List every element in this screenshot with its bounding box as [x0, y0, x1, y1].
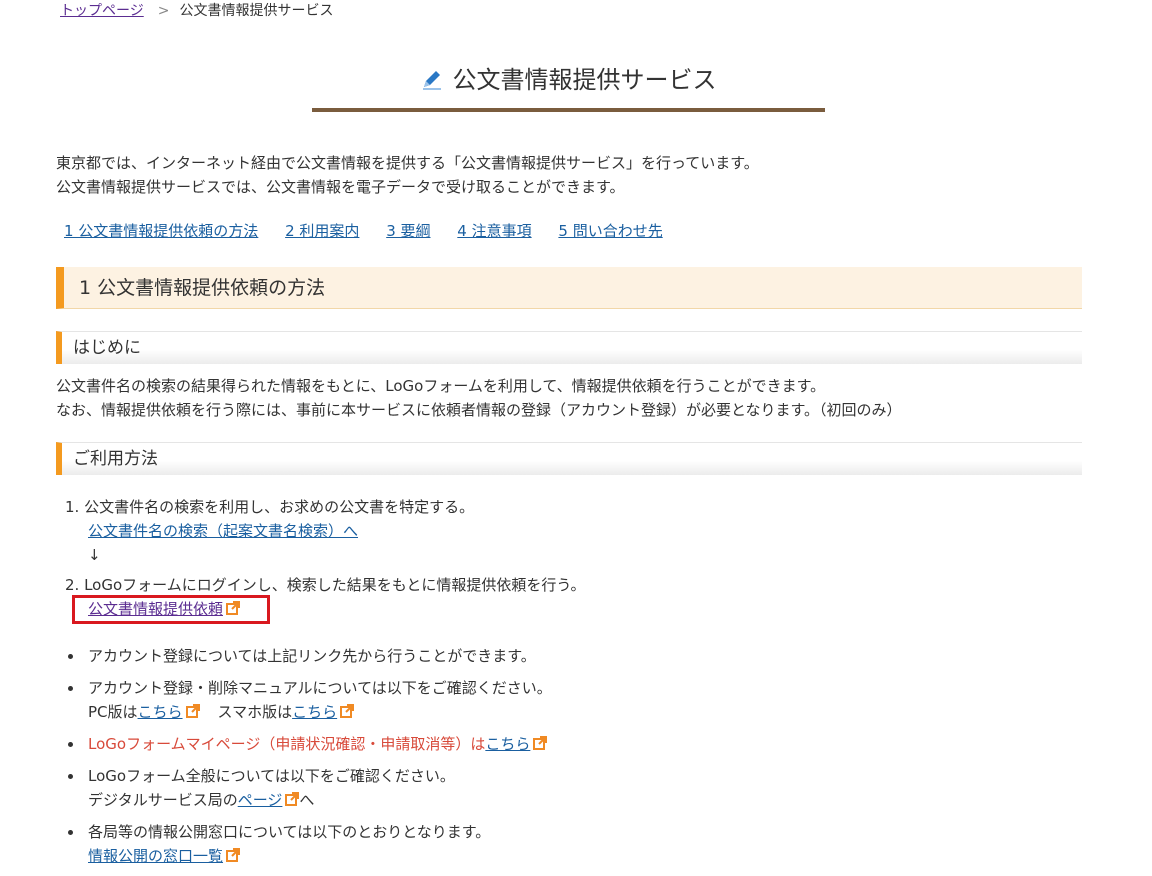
list-item: アカウント登録・削除マニュアルについては以下をご確認ください。 PC版はこちらス…: [65, 676, 1065, 724]
bullet-dot: [68, 742, 73, 747]
notes-list: アカウント登録については上記リンク先から行うことができます。 アカウント登録・削…: [65, 644, 1065, 876]
info-request-link[interactable]: 公文書情報提供依頼: [88, 600, 223, 618]
step-2-link-row: 公文書情報提供依頼: [65, 597, 1065, 621]
general-note: LoGoフォーム全般については以下をご確認ください。: [88, 767, 455, 785]
intro-paragraph-line: 公文書件名の検索の結果得られた情報をもとに、LoGoフォームを利用して、情報提供…: [56, 377, 826, 395]
page-title-text: 公文書情報提供サービス: [452, 66, 717, 94]
manual-note: アカウント登録・削除マニュアルについては以下をご確認ください。: [88, 679, 552, 697]
mypage-note: LoGoフォームマイページ（申請状況確認・申請取消等）は: [88, 735, 486, 753]
toc-link-method[interactable]: 1 公文書情報提供依頼の方法: [64, 222, 258, 240]
intro-paragraph-line: なお、情報提供依頼を行う際には、事前に本サービスに依頼者情報の登録（アカウント登…: [56, 401, 902, 419]
external-link-icon: [533, 736, 548, 750]
step-number: 1.: [65, 498, 80, 516]
window-link-row: 情報公開の窓口一覧: [88, 844, 1065, 868]
table-of-contents: 1 公文書情報提供依頼の方法 2 利用案内 3 要綱 4 注意事項 5 問い合わ…: [64, 219, 685, 243]
section-heading: 1 公文書情報提供依頼の方法: [56, 267, 1082, 309]
digital-service-page-link[interactable]: ページ: [238, 791, 283, 809]
toc-link-guide[interactable]: 2 利用案内: [285, 222, 359, 240]
external-link-icon: [285, 792, 300, 806]
section-heading-text: 1 公文書情報提供依頼の方法: [79, 277, 326, 299]
toc-link-notes[interactable]: 4 注意事項: [457, 222, 531, 240]
window-note: 各局等の情報公開窓口については以下のとおりとなります。: [88, 823, 491, 841]
external-link-icon: [340, 704, 355, 718]
digital-suffix: へ: [299, 791, 315, 809]
steps-list: 1. 公文書件名の検索を利用し、お求めの公文書を特定する。 公文書件名の検索（起…: [65, 495, 1065, 621]
list-item: LoGoフォームマイページ（申請状況確認・申請取消等）はこちら: [65, 732, 1065, 756]
pc-manual-link[interactable]: こちら: [138, 703, 183, 721]
manual-links: PC版はこちら スマホ版はこちら: [88, 700, 1065, 724]
page-title: 公文書情報提供サービス: [312, 58, 825, 102]
pencil-icon: [422, 71, 441, 90]
toc-link-contact[interactable]: 5 問い合わせ先: [558, 222, 662, 240]
intro-text: 東京都では、インターネット経由で公文書情報を提供する「公文書情報提供サービス」を…: [56, 151, 1086, 199]
list-item: LoGoフォーム全般については以下をご確認ください。 デジタルサービス局のページ…: [65, 764, 1065, 812]
mypage-link[interactable]: こちら: [485, 735, 530, 753]
list-item: アカウント登録については上記リンク先から行うことができます。: [65, 644, 1065, 668]
external-link-icon: [185, 704, 200, 718]
step-number: 2.: [65, 576, 80, 594]
external-link-icon: [226, 601, 241, 615]
step-2: 2. LoGoフォームにログインし、検索した結果をもとに情報提供依頼を行う。: [65, 573, 1065, 597]
breadcrumb-separator: >: [157, 3, 170, 19]
breadcrumb: トップページ > 公文書情報提供サービス: [60, 0, 333, 22]
step-1-link-row: 公文書件名の検索（起案文書名検索）へ: [65, 519, 1065, 543]
step-text: LoGoフォームにログインし、検索した結果をもとに情報提供依頼を行う。: [84, 576, 586, 594]
toc-link-outline[interactable]: 3 要綱: [386, 222, 430, 240]
bullet-dot: [68, 774, 73, 779]
subheading-intro: はじめに: [56, 331, 1082, 364]
bullet-dot: [68, 654, 73, 659]
pc-prefix: PC版は: [88, 703, 138, 721]
subheading-usage-text: ご利用方法: [73, 449, 158, 469]
step-1: 1. 公文書件名の検索を利用し、お求めの公文書を特定する。: [65, 495, 1065, 519]
intro-line: 公文書情報提供サービスでは、公文書情報を電子データで受け取ることができます。: [56, 178, 625, 196]
subheading-intro-text: はじめに: [73, 338, 141, 358]
breadcrumb-home-link[interactable]: トップページ: [60, 3, 144, 19]
down-arrow: ↓: [88, 546, 101, 564]
intro-line: 東京都では、インターネット経由で公文書情報を提供する「公文書情報提供サービス」を…: [56, 154, 759, 172]
bullet-dot: [68, 686, 73, 691]
disclosure-window-link[interactable]: 情報公開の窓口一覧: [88, 847, 223, 865]
account-note: アカウント登録については上記リンク先から行うことができます。: [88, 647, 536, 665]
breadcrumb-current: 公文書情報提供サービス: [179, 3, 334, 19]
title-underline: [312, 108, 825, 112]
bullet-dot: [68, 830, 73, 835]
document-search-link[interactable]: 公文書件名の検索（起案文書名検索）へ: [88, 522, 358, 540]
digital-link-row: デジタルサービス局のページへ: [88, 788, 1065, 812]
sp-manual-link[interactable]: こちら: [292, 703, 337, 721]
digital-prefix: デジタルサービス局の: [88, 791, 238, 809]
external-link-icon: [226, 848, 241, 862]
page-title-wrap: 公文書情報提供サービス: [312, 58, 825, 102]
step-text: 公文書件名の検索を利用し、お求めの公文書を特定する。: [84, 498, 475, 516]
list-item: 各局等の情報公開窓口については以下のとおりとなります。 情報公開の窓口一覧: [65, 820, 1065, 868]
sp-prefix: スマホ版は: [217, 703, 293, 721]
subheading-usage: ご利用方法: [56, 442, 1082, 475]
intro-paragraph: 公文書件名の検索の結果得られた情報をもとに、LoGoフォームを利用して、情報提供…: [56, 374, 1096, 422]
